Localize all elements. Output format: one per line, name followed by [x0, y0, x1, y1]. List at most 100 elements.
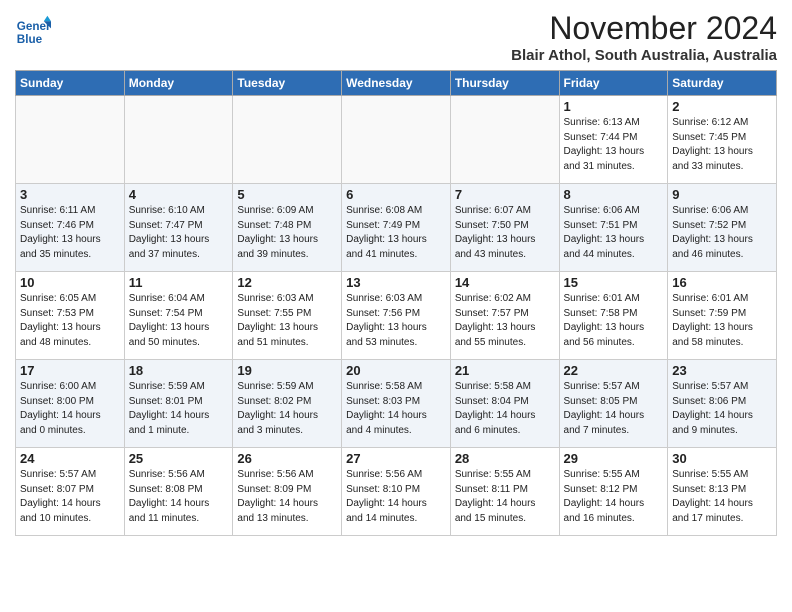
day-info: Sunrise: 6:04 AM Sunset: 7:54 PM Dayligh…	[129, 292, 229, 350]
calendar-cell: 16 Sunrise: 6:01 AM Sunset: 7:59 PM Dayli…	[668, 272, 777, 360]
weekday-header-row: SundayMondayTuesdayWednesdayThursdayFrid…	[16, 71, 777, 96]
calendar-cell: 23 Sunrise: 5:57 AM Sunset: 8:06 PM Dayli…	[668, 360, 777, 448]
day-number: 10	[20, 275, 120, 290]
day-info: Sunrise: 6:03 AM Sunset: 7:56 PM Dayligh…	[346, 292, 446, 350]
day-number: 27	[346, 451, 446, 466]
calendar-week-row: 3 Sunrise: 6:11 AM Sunset: 7:46 PM Daylig…	[16, 184, 777, 272]
day-number: 3	[20, 187, 120, 202]
day-info: Sunrise: 6:06 AM Sunset: 7:51 PM Dayligh…	[564, 204, 664, 262]
day-info: Sunrise: 5:58 AM Sunset: 8:03 PM Dayligh…	[346, 380, 446, 438]
calendar-cell: 17 Sunrise: 6:00 AM Sunset: 8:00 PM Dayli…	[16, 360, 125, 448]
title-block: November 2024 Blair Athol, South Austral…	[511, 10, 777, 64]
day-number: 18	[129, 363, 229, 378]
day-number: 23	[672, 363, 772, 378]
day-info: Sunrise: 5:55 AM Sunset: 8:12 PM Dayligh…	[564, 468, 664, 526]
day-number: 19	[237, 363, 337, 378]
day-info: Sunrise: 6:06 AM Sunset: 7:52 PM Dayligh…	[672, 204, 772, 262]
calendar-cell	[233, 96, 342, 184]
calendar-cell: 18Sunrise: 5:59 AM Sunset: 8:01 PM Dayli…	[124, 360, 233, 448]
calendar-cell: 30 Sunrise: 5:55 AM Sunset: 8:13 PM Dayli…	[668, 448, 777, 536]
svg-text:Blue: Blue	[17, 33, 43, 46]
calendar-week-row: 24Sunrise: 5:57 AM Sunset: 8:07 PM Dayli…	[16, 448, 777, 536]
day-info: Sunrise: 6:01 AM Sunset: 7:58 PM Dayligh…	[564, 292, 664, 350]
day-number: 22	[564, 363, 664, 378]
calendar-week-row: 1 Sunrise: 6:13 AM Sunset: 7:44 PM Daylig…	[16, 96, 777, 184]
day-info: Sunrise: 6:09 AM Sunset: 7:48 PM Dayligh…	[237, 204, 337, 262]
day-number: 13	[346, 275, 446, 290]
day-info: Sunrise: 6:11 AM Sunset: 7:46 PM Dayligh…	[20, 204, 120, 262]
day-info: Sunrise: 5:57 AM Sunset: 8:07 PM Dayligh…	[20, 468, 120, 526]
calendar-cell: 9 Sunrise: 6:06 AM Sunset: 7:52 PM Daylig…	[668, 184, 777, 272]
calendar-cell: 21Sunrise: 5:58 AM Sunset: 8:04 PM Dayli…	[450, 360, 559, 448]
day-number: 8	[564, 187, 664, 202]
calendar-cell	[450, 96, 559, 184]
day-number: 17	[20, 363, 120, 378]
day-info: Sunrise: 6:02 AM Sunset: 7:57 PM Dayligh…	[455, 292, 555, 350]
day-number: 2	[672, 99, 772, 114]
calendar-cell: 11 Sunrise: 6:04 AM Sunset: 7:54 PM Dayli…	[124, 272, 233, 360]
location-subtitle: Blair Athol, South Australia, Australia	[511, 47, 777, 64]
weekday-header-sunday: Sunday	[16, 71, 125, 96]
calendar-cell: 27Sunrise: 5:56 AM Sunset: 8:10 PM Dayli…	[342, 448, 451, 536]
calendar-cell: 25 Sunrise: 5:56 AM Sunset: 8:08 PM Dayli…	[124, 448, 233, 536]
day-info: Sunrise: 6:12 AM Sunset: 7:45 PM Dayligh…	[672, 116, 772, 174]
day-number: 20	[346, 363, 446, 378]
weekday-header-saturday: Saturday	[668, 71, 777, 96]
calendar-cell: 2 Sunrise: 6:12 AM Sunset: 7:45 PM Daylig…	[668, 96, 777, 184]
logo-icon: General Blue	[15, 14, 51, 50]
day-info: Sunrise: 6:03 AM Sunset: 7:55 PM Dayligh…	[237, 292, 337, 350]
calendar-cell: 10Sunrise: 6:05 AM Sunset: 7:53 PM Dayli…	[16, 272, 125, 360]
day-number: 9	[672, 187, 772, 202]
calendar-cell	[342, 96, 451, 184]
day-number: 25	[129, 451, 229, 466]
calendar-cell: 7 Sunrise: 6:07 AM Sunset: 7:50 PM Daylig…	[450, 184, 559, 272]
calendar-cell: 15 Sunrise: 6:01 AM Sunset: 7:58 PM Dayli…	[559, 272, 668, 360]
day-number: 12	[237, 275, 337, 290]
calendar-cell: 8 Sunrise: 6:06 AM Sunset: 7:51 PM Daylig…	[559, 184, 668, 272]
day-info: Sunrise: 5:57 AM Sunset: 8:06 PM Dayligh…	[672, 380, 772, 438]
calendar-cell: 6 Sunrise: 6:08 AM Sunset: 7:49 PM Daylig…	[342, 184, 451, 272]
page-header: General Blue November 2024 Blair Athol, …	[15, 10, 777, 64]
logo: General Blue	[15, 14, 51, 50]
weekday-header-monday: Monday	[124, 71, 233, 96]
day-info: Sunrise: 5:56 AM Sunset: 8:08 PM Dayligh…	[129, 468, 229, 526]
day-number: 21	[455, 363, 555, 378]
calendar-cell: 24Sunrise: 5:57 AM Sunset: 8:07 PM Dayli…	[16, 448, 125, 536]
day-info: Sunrise: 6:13 AM Sunset: 7:44 PM Dayligh…	[564, 116, 664, 174]
calendar-cell: 13 Sunrise: 6:03 AM Sunset: 7:56 PM Dayli…	[342, 272, 451, 360]
day-number: 6	[346, 187, 446, 202]
day-number: 7	[455, 187, 555, 202]
calendar-cell: 26Sunrise: 5:56 AM Sunset: 8:09 PM Dayli…	[233, 448, 342, 536]
day-number: 30	[672, 451, 772, 466]
day-info: Sunrise: 5:57 AM Sunset: 8:05 PM Dayligh…	[564, 380, 664, 438]
day-number: 1	[564, 99, 664, 114]
day-number: 5	[237, 187, 337, 202]
weekday-header-thursday: Thursday	[450, 71, 559, 96]
day-info: Sunrise: 5:55 AM Sunset: 8:11 PM Dayligh…	[455, 468, 555, 526]
calendar-week-row: 10Sunrise: 6:05 AM Sunset: 7:53 PM Dayli…	[16, 272, 777, 360]
calendar-cell: 28Sunrise: 5:55 AM Sunset: 8:11 PM Dayli…	[450, 448, 559, 536]
day-info: Sunrise: 6:07 AM Sunset: 7:50 PM Dayligh…	[455, 204, 555, 262]
calendar-cell: 3 Sunrise: 6:11 AM Sunset: 7:46 PM Daylig…	[16, 184, 125, 272]
day-info: Sunrise: 6:00 AM Sunset: 8:00 PM Dayligh…	[20, 380, 120, 438]
calendar-cell: 5 Sunrise: 6:09 AM Sunset: 7:48 PM Daylig…	[233, 184, 342, 272]
calendar-cell: 29 Sunrise: 5:55 AM Sunset: 8:12 PM Dayli…	[559, 448, 668, 536]
calendar-cell: 14Sunrise: 6:02 AM Sunset: 7:57 PM Dayli…	[450, 272, 559, 360]
weekday-header-friday: Friday	[559, 71, 668, 96]
calendar-cell: 1 Sunrise: 6:13 AM Sunset: 7:44 PM Daylig…	[559, 96, 668, 184]
day-info: Sunrise: 6:08 AM Sunset: 7:49 PM Dayligh…	[346, 204, 446, 262]
day-number: 11	[129, 275, 229, 290]
day-info: Sunrise: 5:55 AM Sunset: 8:13 PM Dayligh…	[672, 468, 772, 526]
day-info: Sunrise: 6:01 AM Sunset: 7:59 PM Dayligh…	[672, 292, 772, 350]
calendar-cell: 19 Sunrise: 5:59 AM Sunset: 8:02 PM Dayli…	[233, 360, 342, 448]
day-number: 29	[564, 451, 664, 466]
day-info: Sunrise: 5:59 AM Sunset: 8:02 PM Dayligh…	[237, 380, 337, 438]
calendar-cell: 22 Sunrise: 5:57 AM Sunset: 8:05 PM Dayli…	[559, 360, 668, 448]
calendar-cell	[124, 96, 233, 184]
calendar-cell	[16, 96, 125, 184]
day-number: 4	[129, 187, 229, 202]
day-number: 15	[564, 275, 664, 290]
day-number: 16	[672, 275, 772, 290]
day-info: Sunrise: 6:10 AM Sunset: 7:47 PM Dayligh…	[129, 204, 229, 262]
weekday-header-wednesday: Wednesday	[342, 71, 451, 96]
